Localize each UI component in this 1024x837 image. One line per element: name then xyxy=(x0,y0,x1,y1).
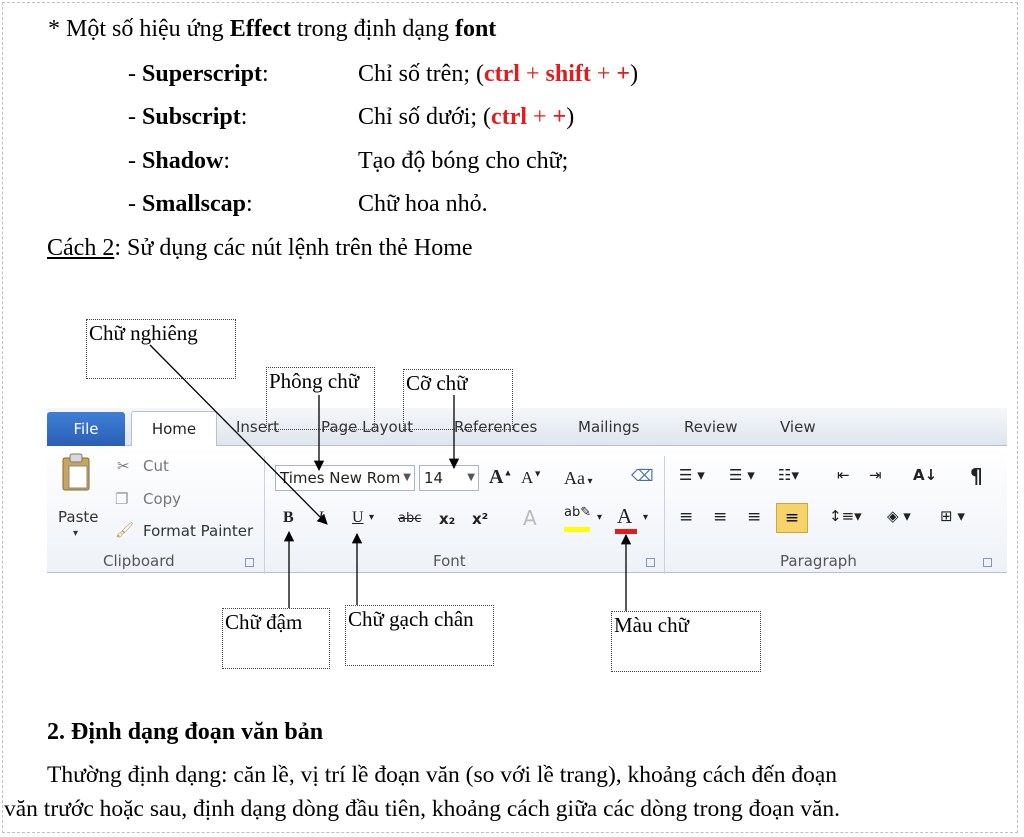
section2-paragraph-line1: Thường định dạng: căn lề, vị trí lề đoạn… xyxy=(47,762,838,788)
section2-paragraph-line2: văn trước hoặc sau, định dạng dòng đầu t… xyxy=(4,796,840,822)
annotation-arrows xyxy=(149,344,632,611)
section2-heading: 2. Định dạng đoạn văn bản xyxy=(47,719,324,745)
